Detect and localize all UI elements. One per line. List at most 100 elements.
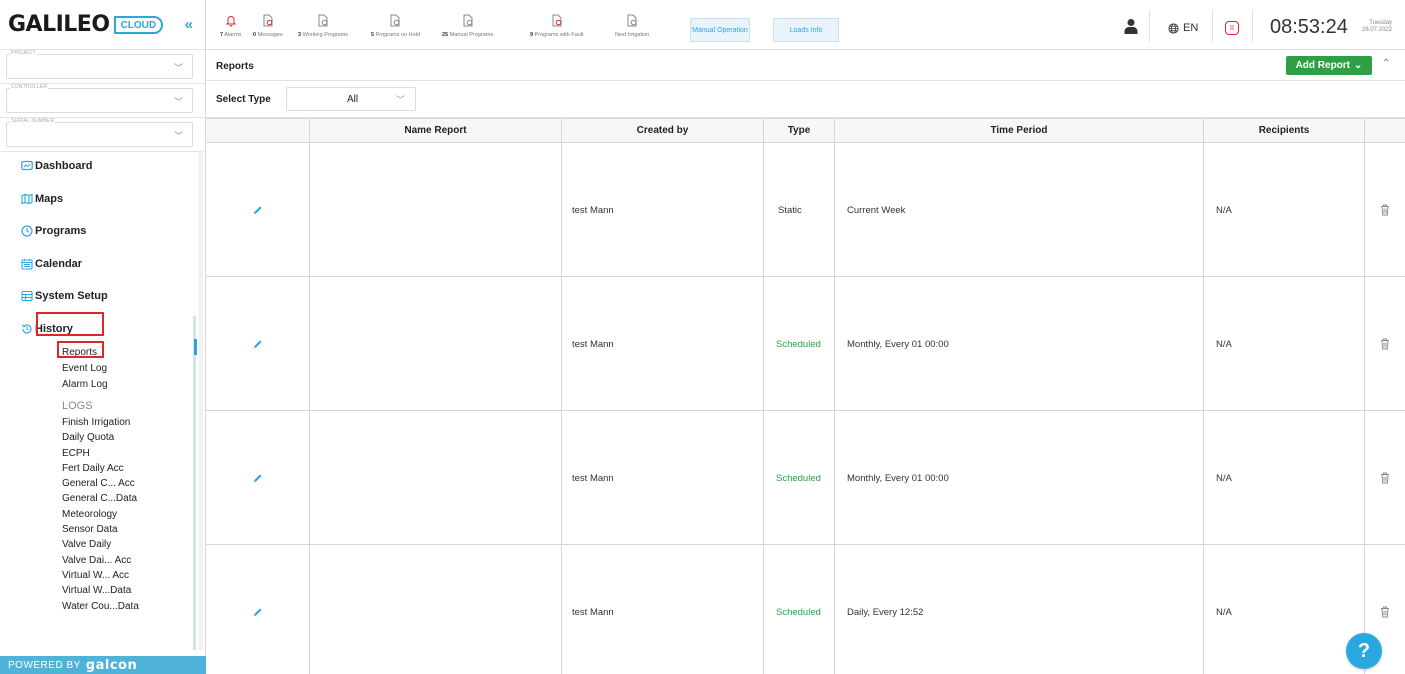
bell-icon	[225, 16, 236, 27]
project-select-box[interactable]	[6, 54, 193, 79]
edit-cell	[206, 143, 310, 277]
col-header-created-by[interactable]: Created by	[562, 119, 764, 143]
sidebar-subitem-event-log[interactable]: Event Log	[0, 361, 200, 377]
controller-select-box[interactable]	[6, 88, 193, 113]
program-icon	[463, 14, 473, 27]
programs-on-hold-stat[interactable]: 5 Programs on Hold	[371, 14, 420, 38]
collapse-sidebar-button[interactable]: «	[185, 16, 193, 33]
chevron-down-icon: ﹀	[173, 63, 183, 73]
programs-on-hold-count: 5	[371, 32, 375, 38]
sidebar-item-label: System Setup	[35, 290, 108, 303]
sidebar-subitem-alarm-log[interactable]: Alarm Log	[0, 377, 200, 393]
reports-table: Name Report Created by Type Time Period …	[206, 118, 1405, 674]
controller-select-label: CONTROLLER	[10, 84, 49, 90]
time-period-cell: Daily, Every 12:52	[835, 545, 1204, 674]
add-report-label: Add Report	[1295, 60, 1351, 71]
project-select-label: PROJECT	[10, 50, 37, 56]
col-header-name-report[interactable]: Name Report	[310, 119, 562, 143]
trash-icon[interactable]	[1380, 204, 1390, 216]
clock-time: 08:53:24	[1270, 16, 1348, 38]
controller-select[interactable]: CONTROLLER ﹀	[0, 84, 205, 118]
next-irrigation-stat[interactable]: Next Irrigation	[615, 14, 649, 38]
select-type-value: All	[347, 94, 359, 105]
trash-icon[interactable]	[1380, 338, 1390, 350]
logo-row: GALILEO CLOUD «	[0, 0, 205, 50]
messages-stat[interactable]: 0 Messages	[253, 14, 283, 38]
select-type-dropdown[interactable]: All ﹀	[286, 87, 416, 111]
add-report-button[interactable]: Add Report ⌄	[1286, 56, 1372, 75]
top-bar: 7 Alarms 0 Messages 3 Working Programs 5…	[206, 0, 1405, 50]
log-item-sensor-data[interactable]: Sensor Data	[0, 522, 200, 537]
clock-day: Tuesday	[1369, 20, 1393, 26]
logo-text: GALILEO	[8, 12, 110, 37]
next-irrigation-icon	[627, 14, 637, 27]
manual-operation-button[interactable]: Manual Operation	[690, 18, 750, 42]
sidebar-item-maps[interactable]: Maps	[0, 183, 200, 216]
programs-with-fault-label: Programs with Fault	[534, 32, 584, 38]
dashboard-icon	[21, 160, 33, 172]
alarms-stat[interactable]: 7 Alarms	[220, 14, 241, 38]
col-header-recipients[interactable]: Recipients	[1204, 119, 1365, 143]
page-title: Reports	[216, 61, 254, 72]
col-header-time-period[interactable]: Time Period	[835, 119, 1204, 143]
globe-icon	[1168, 22, 1179, 34]
serial-number-select[interactable]: SERIAL NUMBER ﹀	[0, 118, 205, 152]
galcon-logo: galcon	[85, 657, 138, 673]
working-programs-count: 3	[298, 32, 302, 38]
manual-programs-stat[interactable]: 25 Manual Programs	[442, 14, 493, 38]
message-icon	[263, 14, 273, 27]
table-row: test Mann Scheduled Monthly, Every 01 00…	[206, 277, 1405, 411]
created-by-cell: test Mann	[562, 545, 764, 674]
select-type-label: Select Type	[216, 94, 271, 105]
pencil-icon[interactable]	[253, 205, 263, 215]
sidebar-item-dashboard[interactable]: Dashboard	[0, 150, 200, 183]
log-item-general-c-acc[interactable]: General C... Acc	[0, 476, 200, 491]
collapse-up-icon[interactable]: ⌃	[1382, 58, 1390, 69]
loads-info-button[interactable]: Loads Info	[773, 18, 839, 42]
time-period-cell: Monthly, Every 01 00:00	[835, 411, 1204, 545]
working-programs-stat[interactable]: 3 Working Programs	[298, 14, 348, 38]
map-icon	[21, 193, 33, 205]
project-select[interactable]: PROJECT ﹀	[0, 50, 205, 84]
clock-icon	[21, 225, 33, 237]
sidebar-item-label: Programs	[35, 225, 87, 238]
sidebar-item-calendar[interactable]: Calendar	[0, 248, 200, 281]
serial-number-select-box[interactable]	[6, 122, 193, 147]
help-button[interactable]: ?	[1346, 633, 1382, 669]
type-cell: Static	[764, 143, 835, 277]
sidebar: GALILEO CLOUD « PROJECT ﹀ CONTROLLER ﹀ S…	[0, 0, 206, 674]
trash-icon[interactable]	[1380, 472, 1390, 484]
log-item-fert-daily-acc[interactable]: Fert Daily Acc	[0, 461, 200, 476]
log-item-virtual-w-acc[interactable]: Virtual W... Acc	[0, 568, 200, 583]
pencil-icon[interactable]	[253, 473, 263, 483]
sidebar-item-programs[interactable]: Programs	[0, 215, 200, 248]
logo-cloud-badge: CLOUD	[113, 15, 164, 34]
next-irrigation-label: Next Irrigation	[615, 32, 650, 38]
divider	[1149, 10, 1150, 42]
log-item-water-cou-data[interactable]: Water Cou...Data	[0, 599, 200, 614]
name-cell	[310, 143, 562, 277]
pencil-icon[interactable]	[253, 607, 263, 617]
recipients-cell: N/A	[1204, 545, 1365, 674]
log-item-finish-irrigation[interactable]: Finish Irrigation	[0, 415, 200, 430]
working-programs-label: Working Programs	[302, 32, 349, 38]
language-selector[interactable]: EN	[1168, 22, 1198, 34]
log-item-virtual-w-data[interactable]: Virtual W...Data	[0, 583, 200, 598]
powered-by-footer: POWERED BY galcon	[0, 656, 206, 674]
log-item-valve-daily[interactable]: Valve Daily	[0, 537, 200, 552]
user-icon[interactable]	[1124, 18, 1138, 34]
recipients-cell: N/A	[1204, 143, 1365, 277]
programs-with-fault-stat[interactable]: 9 Programs with Fault	[530, 14, 584, 38]
log-item-ecph[interactable]: ECPH	[0, 446, 200, 461]
log-item-valve-daily-acc[interactable]: Valve Dai... Acc	[0, 553, 200, 568]
log-item-daily-quota[interactable]: Daily Quota	[0, 430, 200, 445]
pencil-icon[interactable]	[253, 339, 263, 349]
col-header-type[interactable]: Type	[764, 119, 835, 143]
log-item-meteorology[interactable]: Meteorology	[0, 507, 200, 522]
name-cell	[310, 411, 562, 545]
trash-icon[interactable]	[1380, 606, 1390, 618]
messages-label: Messages	[257, 32, 283, 38]
sidebar-item-system-setup[interactable]: System Setup	[0, 280, 200, 313]
log-item-general-c-data[interactable]: General C...Data	[0, 491, 200, 506]
pause-icon[interactable]: II	[1225, 21, 1239, 35]
